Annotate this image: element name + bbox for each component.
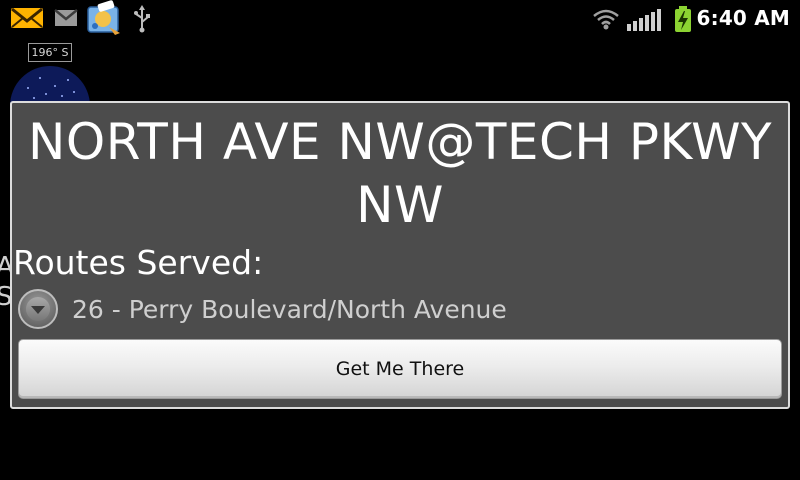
stop-title: NORTH AVE NW@TECH PKWY NW (12, 111, 788, 237)
get-me-there-button[interactable]: Get Me There (18, 339, 782, 399)
app-notification-icon[interactable] (85, 0, 123, 36)
routes-served-label: Routes Served: (13, 243, 264, 282)
email-notification-icon[interactable] (10, 6, 44, 30)
screen: 6:40 AM 196° S A S NORTH AVE NW@TECH PKW… (0, 0, 800, 480)
route-list-item[interactable]: 26 - Perry Boulevard/North Avenue (18, 289, 778, 333)
signal-icon (627, 9, 661, 31)
usb-icon (134, 5, 150, 33)
clock: 6:40 AM (696, 6, 790, 30)
gmail-icon[interactable] (54, 9, 78, 27)
wifi-icon (593, 9, 619, 30)
status-bar: 6:40 AM (0, 0, 800, 38)
chevron-down-icon (31, 306, 45, 314)
stop-title-line2: NW (356, 176, 444, 234)
route-name: 26 - Perry Boulevard/North Avenue (72, 295, 507, 324)
compass-heading-badge: 196° S (28, 43, 72, 62)
stop-details-dialog: NORTH AVE NW@TECH PKWY NW Routes Served:… (10, 101, 790, 409)
battery-charging-icon (675, 6, 691, 32)
stop-title-line1: NORTH AVE NW@TECH PKWY (27, 113, 773, 171)
expand-route-button[interactable] (18, 289, 58, 329)
